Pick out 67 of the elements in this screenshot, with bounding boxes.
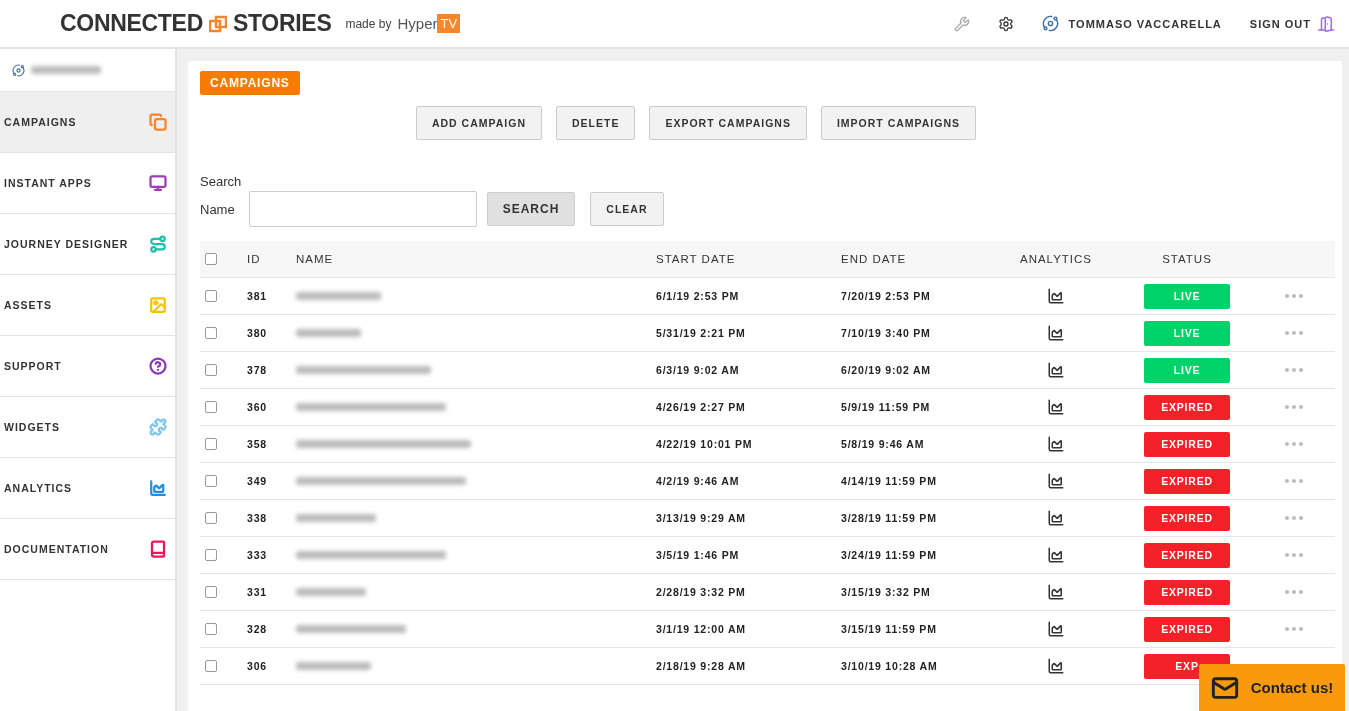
status-badge: EXPIRED — [1144, 505, 1230, 531]
table-cell-text: 4/2/19 9:46 AM — [656, 475, 741, 487]
brand-text: Hyper — [397, 15, 438, 32]
table-cell-text: 6/20/19 9:02 AM — [841, 364, 932, 376]
made-by-text: made by — [345, 16, 392, 31]
action-button[interactable]: IMPORT CAMPAIGNS — [820, 106, 977, 140]
logo-text: STORIES — [233, 10, 332, 37]
table-cell-text: 7/10/19 3:40 PM — [841, 327, 932, 339]
table-cell-text: 2/18/19 9:28 AM — [656, 660, 747, 672]
table-cell-text: 3/5/19 1:46 PM — [656, 549, 740, 561]
user-name[interactable]: TOMMASO VACCARELLA — [1068, 17, 1222, 30]
logo-text: CONNECTED — [60, 10, 203, 37]
table-cell-text: 3/10/19 10:28 AM — [841, 660, 939, 672]
status-badge: LIVE — [1144, 320, 1230, 346]
table-cell-text: 338 — [247, 512, 268, 524]
table-cell-text: 349 — [247, 475, 268, 487]
table-cell-text: 381 — [247, 290, 268, 302]
table-cell-text: 5/8/19 9:46 AM — [841, 438, 926, 450]
table-cell-text: 6/1/19 2:53 PM — [656, 290, 740, 302]
table-cell-text: 328 — [247, 623, 268, 635]
status-badge: EXPIRED — [1144, 616, 1230, 642]
contact-button[interactable]: Contact us! — [1199, 664, 1345, 711]
status-badge: EXPIRED — [1144, 394, 1230, 420]
table-cell-text: 4/26/19 2:27 PM — [656, 401, 747, 413]
table-cell-text: 2/28/19 3:32 PM — [656, 586, 747, 598]
table-cell-text: 380 — [247, 327, 268, 339]
table-cell-text: 360 — [247, 401, 268, 413]
table-cell-text: 7/20/19 2:53 PM — [841, 290, 932, 302]
table-cell-text: 5/31/19 2:21 PM — [656, 327, 747, 339]
table-cell-text: 3/13/19 9:29 AM — [656, 512, 747, 524]
table-cell-text: 3/15/19 11:59 PM — [841, 623, 938, 635]
action-button[interactable]: EXPORT CAMPAIGNS — [649, 106, 807, 140]
status-badge: LIVE — [1144, 357, 1230, 383]
table-cell-text: 5/9/19 11:59 PM — [841, 401, 932, 413]
table-cell-text: 4/22/19 10:01 PM — [656, 438, 754, 450]
brand-badge: TV — [437, 14, 461, 33]
column-header: ID — [247, 253, 261, 265]
status-badge: EXPIRED — [1144, 468, 1230, 494]
status-badge: LIVE — [1144, 283, 1230, 309]
status-badge: EXPIRED — [1144, 542, 1230, 568]
table-cell-text: 358 — [247, 438, 268, 450]
table-cell-text: 3/15/19 3:32 PM — [841, 586, 932, 598]
action-button[interactable]: ADD CAMPAIGN — [415, 106, 542, 140]
table-cell-text: 306 — [247, 660, 268, 672]
table-cell-text: 378 — [247, 364, 268, 376]
status-badge: EXPIRED — [1144, 431, 1230, 457]
search-button[interactable]: SEARCH — [486, 192, 576, 226]
name-label: Name — [200, 201, 235, 217]
action-button[interactable]: DELETE — [556, 106, 636, 140]
page-tag: CAMPAIGNS — [200, 71, 300, 95]
table-cell-text: 6/3/19 9:02 AM — [656, 364, 741, 376]
table-cell-text: 3/24/19 11:59 PM — [841, 549, 938, 561]
column-header: NAME — [296, 253, 334, 265]
clear-button[interactable]: CLEAR — [590, 192, 664, 226]
search-title: Search — [200, 174, 243, 189]
table-cell-text: 333 — [247, 549, 268, 561]
status-badge: EXPIRED — [1144, 579, 1230, 605]
column-header: START DATE — [656, 253, 736, 265]
column-header: END DATE — [841, 253, 907, 265]
table-cell-text: 3/28/19 11:59 PM — [841, 512, 938, 524]
table-cell-text: 331 — [247, 586, 268, 598]
sign-out-link[interactable]: SIGN OUT — [1249, 17, 1311, 30]
sidebar-item[interactable]: CAMPAIGNS — [0, 92, 175, 153]
table-cell-text: 3/1/19 12:00 AM — [656, 623, 747, 635]
column-header: ANALYTICS — [1019, 253, 1093, 265]
column-header: STATUS — [1162, 253, 1212, 265]
table-cell-text: 4/14/19 11:59 PM — [841, 475, 938, 487]
